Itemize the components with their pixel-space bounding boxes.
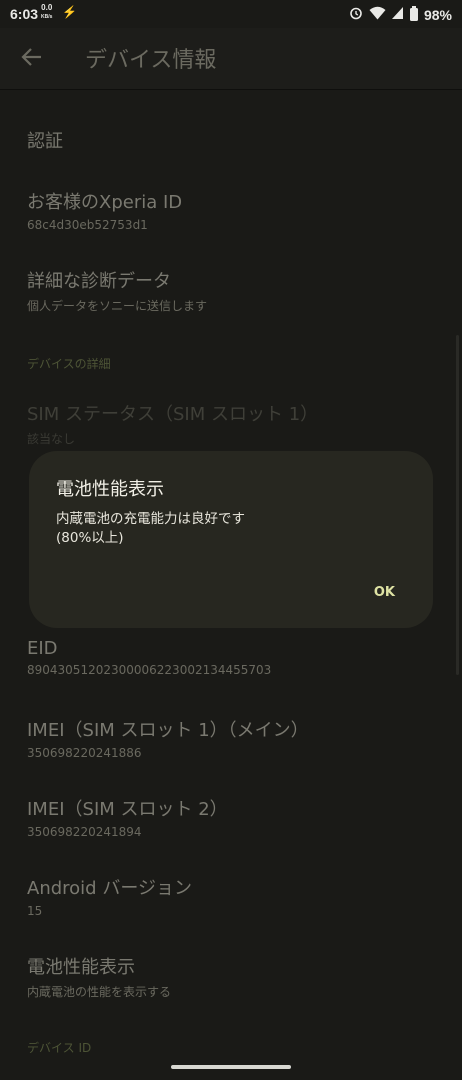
sim-status-item[interactable]: SIM ステータス（SIM スロット 1） 該当なし [27,400,318,447]
dialog-message-line2: (80%以上) [56,530,124,546]
dialog-title: 電池性能表示 [56,479,164,500]
data-speed-indicator: 0.0 KB/s [41,3,53,21]
section-header-device-details: デバイスの詳細 [27,357,111,371]
battery-percent: 98% [423,6,452,23]
page-title: デバイス情報 [85,48,217,73]
item-title: IMEI（SIM スロット 1）（メイン） [27,720,309,741]
diagnostics-item[interactable]: 詳細な診断データ 個人データをソニーに送信します [27,267,207,314]
wifi-icon [369,6,386,23]
scrollbar[interactable] [456,335,459,675]
item-subtitle: 該当なし [27,432,76,446]
signal-icon [391,6,404,23]
auth-item[interactable]: 認証 [27,127,63,153]
item-title: IMEI（SIM スロット 2） [27,799,228,820]
item-subtitle: 350698220241894 [27,825,142,839]
item-title: 電池性能表示 [27,957,135,978]
status-right-group: 98% [349,6,452,23]
back-arrow-icon[interactable] [20,42,44,72]
item-title: EID [27,638,58,659]
battery-performance-dialog: 電池性能表示 内蔵電池の充電能力は良好です (80%以上) OK [29,451,433,628]
item-subtitle: 内蔵電池の性能を表示する [27,985,172,999]
item-title: お客様のXperia ID [27,192,183,213]
status-bar: 6:03 0.0 KB/s ⚡ 98% [0,0,462,28]
dialog-message: 内蔵電池の充電能力は良好です (80%以上) [56,510,396,548]
item-title: 認証 [27,131,63,152]
item-title: Android バージョン [27,878,192,899]
item-title: 詳細な診断データ [27,271,171,292]
ok-button[interactable]: OK [374,585,395,600]
imei-slot1-item[interactable]: IMEI（SIM スロット 1）（メイン） 350698220241886 [27,716,309,760]
item-title: SIM ステータス（SIM スロット 1） [27,404,319,425]
item-subtitle: 15 [27,904,43,918]
item-subtitle: 個人データをソニーに送信します [27,299,208,313]
dialog-message-line1: 内蔵電池の充電能力は良好です [56,511,245,527]
alarm-icon [349,6,363,23]
battery-icon [409,6,418,21]
section-header-device-id: デバイス ID [27,1041,92,1055]
item-subtitle: 68c4d30eb52753d1 [27,218,148,232]
battery-performance-item[interactable]: 電池性能表示 内蔵電池の性能を表示する [27,953,171,1000]
home-indicator[interactable] [171,1065,291,1069]
xperia-id-item[interactable]: お客様のXperia ID 68c4d30eb52753d1 [27,188,182,232]
eid-item[interactable]: EID 89043051202300006223002134455703 [27,638,271,677]
android-version-item[interactable]: Android バージョン 15 [27,874,192,918]
item-subtitle: 350698220241886 [27,746,142,760]
app-bar: デバイス情報 [0,28,462,90]
item-subtitle: 89043051202300006223002134455703 [27,663,272,677]
imei-slot2-item[interactable]: IMEI（SIM スロット 2） 350698220241894 [27,795,228,839]
charging-bolt-icon: ⚡ [62,5,77,19]
status-time: 6:03 [10,6,39,22]
